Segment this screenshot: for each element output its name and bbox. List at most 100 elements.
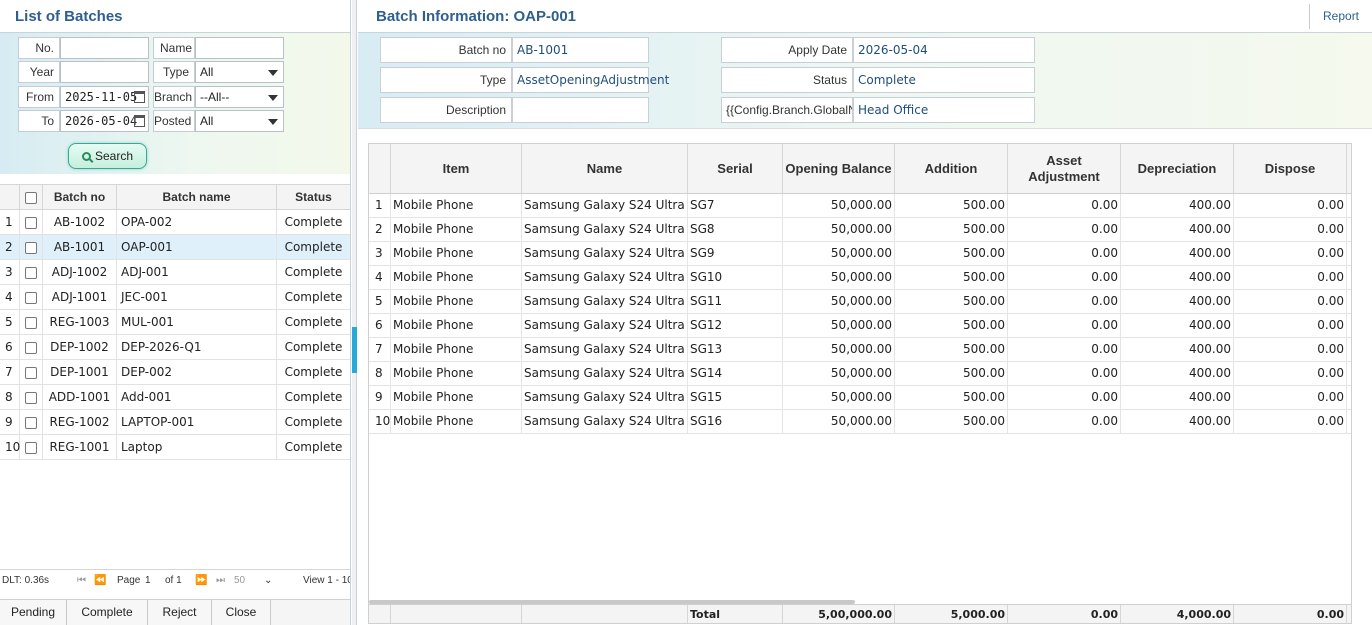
type-select[interactable]: All — [195, 61, 284, 83]
apply-date-field[interactable]: 2026-05-04 — [853, 37, 1035, 63]
batch-no-cell: REG-1001 — [43, 435, 117, 459]
search-button[interactable]: Search — [68, 143, 147, 169]
batch-no-field[interactable]: AB-1001 — [512, 37, 649, 63]
dispose-cell: 0.00 — [1234, 218, 1347, 241]
apply-date-label: Apply Date — [721, 37, 853, 63]
branch-select[interactable]: --All-- — [195, 86, 284, 108]
select-all-checkbox[interactable] — [25, 191, 37, 204]
table-row[interactable]: 2 Mobile Phone Samsung Galaxy S24 Ultra SG8… — [369, 218, 1351, 242]
complete-button[interactable]: Complete — [67, 600, 148, 625]
col-batch-name[interactable]: Batch name — [117, 185, 277, 210]
report-button[interactable]: Report — [1309, 4, 1372, 29]
col-status[interactable]: Status — [277, 185, 350, 210]
calendar-icon[interactable] — [134, 115, 145, 127]
pending-button[interactable]: Pending — [0, 600, 67, 625]
reject-button[interactable]: Reject — [148, 600, 212, 625]
batch-list-panel: List of Batches No. Name Year Type All F… — [0, 0, 351, 625]
close-button[interactable]: Close — [212, 600, 271, 625]
col-asset-adjustment[interactable]: Asset Adjustment — [1008, 144, 1121, 193]
next-page-icon[interactable]: ⏩ — [195, 575, 207, 586]
name-cell: Samsung Galaxy S24 Ultra — [522, 410, 688, 433]
addition-cell: 500.00 — [895, 338, 1008, 361]
col-addition[interactable]: Addition — [895, 144, 1008, 193]
col-item[interactable]: Item — [391, 144, 522, 193]
row-checkbox[interactable] — [25, 316, 37, 329]
col-batch-no[interactable]: Batch no — [43, 185, 117, 210]
batch-name-cell: Add-001 — [117, 385, 277, 409]
description-field[interactable] — [512, 97, 649, 123]
opening-balance-cell: 50,000.00 — [783, 290, 895, 313]
row-number: 3 — [369, 242, 391, 265]
table-row[interactable]: 8 ADD-1001 Add-001 Complete — [0, 385, 350, 410]
chevron-down-icon[interactable]: ⌄ — [264, 575, 272, 586]
depreciation-cell: 400.00 — [1121, 314, 1234, 337]
posted-select[interactable]: All — [195, 110, 284, 132]
row-checkbox[interactable] — [25, 241, 37, 254]
totals-label: Total — [688, 605, 783, 623]
table-row[interactable]: 6 DEP-1002 DEP-2026-Q1 Complete — [0, 335, 350, 360]
splitter-handle[interactable] — [352, 327, 357, 373]
table-row[interactable]: 2 AB-1001 OAP-001 Complete — [0, 235, 350, 260]
col-serial[interactable]: Serial — [688, 144, 783, 193]
page-size-select[interactable]: 50 — [234, 575, 245, 586]
depreciation-cell: 400.00 — [1121, 362, 1234, 385]
col-opening-balance[interactable]: Opening Balance — [783, 144, 895, 193]
branch-label: Branch — [153, 86, 195, 108]
row-checkbox[interactable] — [25, 391, 37, 404]
name-cell: Samsung Galaxy S24 Ultra — [522, 338, 688, 361]
col-dispose[interactable]: Dispose — [1234, 144, 1347, 193]
opening-balance-cell: 50,000.00 — [783, 410, 895, 433]
addition-cell: 500.00 — [895, 242, 1008, 265]
depreciation-cell: 400.00 — [1121, 194, 1234, 217]
asset-rows: 1 Mobile Phone Samsung Galaxy S24 Ultra SG7… — [369, 194, 1351, 434]
table-row[interactable]: 1 Mobile Phone Samsung Galaxy S24 Ultra SG7… — [369, 194, 1351, 218]
opening-balance-cell: 50,000.00 — [783, 242, 895, 265]
batch-rows: 1 AB-1002 OPA-002 Complete 2 AB-1001 OAP-001 Co… — [0, 210, 350, 460]
table-row[interactable]: 8 Mobile Phone Samsung Galaxy S24 Ultra SG1… — [369, 362, 1351, 386]
item-cell: Mobile Phone — [391, 386, 522, 409]
row-checkbox[interactable] — [25, 266, 37, 279]
no-input[interactable] — [60, 37, 149, 59]
last-page-icon[interactable]: ⏭ — [216, 575, 225, 586]
row-checkbox[interactable] — [25, 341, 37, 354]
serial-cell: SG14 — [688, 362, 783, 385]
name-cell: Samsung Galaxy S24 Ultra — [522, 362, 688, 385]
table-row[interactable]: 10 REG-1001 Laptop Complete — [0, 435, 350, 460]
table-row[interactable]: 9 Mobile Phone Samsung Galaxy S24 Ultra SG1… — [369, 386, 1351, 410]
col-depreciation[interactable]: Depreciation — [1121, 144, 1234, 193]
table-row[interactable]: 5 Mobile Phone Samsung Galaxy S24 Ultra SG1… — [369, 290, 1351, 314]
page-input[interactable]: 1 — [145, 575, 151, 586]
row-checkbox[interactable] — [25, 366, 37, 379]
table-row[interactable]: 4 Mobile Phone Samsung Galaxy S24 Ultra SG1… — [369, 266, 1351, 290]
row-checkbox[interactable] — [25, 216, 37, 229]
table-row[interactable]: 10 Mobile Phone Samsung Galaxy S24 Ultra SG… — [369, 410, 1351, 434]
table-row[interactable]: 9 REG-1002 LAPTOP-001 Complete — [0, 410, 350, 435]
name-cell: Samsung Galaxy S24 Ultra — [522, 290, 688, 313]
opening-balance-cell: 50,000.00 — [783, 218, 895, 241]
prev-page-icon[interactable]: ⏪ — [94, 575, 106, 586]
col-name[interactable]: Name — [522, 144, 688, 193]
row-checkbox[interactable] — [25, 441, 37, 454]
table-row[interactable]: 1 AB-1002 OPA-002 Complete — [0, 210, 350, 235]
table-row[interactable]: 7 DEP-1001 DEP-002 Complete — [0, 360, 350, 385]
name-input[interactable] — [195, 37, 284, 59]
row-number: 10 — [0, 435, 20, 459]
branch-field[interactable]: Head Office — [853, 97, 1035, 123]
type-field[interactable]: AssetOpeningAdjustment — [512, 67, 669, 93]
row-checkbox[interactable] — [25, 291, 37, 304]
table-row[interactable]: 3 Mobile Phone Samsung Galaxy S24 Ultra SG9… — [369, 242, 1351, 266]
calendar-icon[interactable] — [134, 91, 145, 103]
table-row[interactable]: 5 REG-1003 MUL-001 Complete — [0, 310, 350, 335]
from-date-input[interactable]: 2025-11-05 — [60, 86, 149, 108]
status-field[interactable]: Complete — [853, 67, 1035, 93]
year-input[interactable] — [60, 61, 149, 83]
table-row[interactable]: 4 ADJ-1001 JEC-001 Complete — [0, 285, 350, 310]
to-date-input[interactable]: 2026-05-04 — [60, 110, 149, 132]
table-row[interactable]: 7 Mobile Phone Samsung Galaxy S24 Ultra SG1… — [369, 338, 1351, 362]
table-row[interactable]: 6 Mobile Phone Samsung Galaxy S24 Ultra SG1… — [369, 314, 1351, 338]
panel-splitter[interactable] — [352, 0, 357, 625]
status-filter-bar: Pending Complete Reject Close — [0, 599, 350, 625]
row-checkbox[interactable] — [25, 416, 37, 429]
table-row[interactable]: 3 ADJ-1002 ADJ-001 Complete — [0, 260, 350, 285]
first-page-icon[interactable]: ⏮ — [77, 575, 86, 586]
